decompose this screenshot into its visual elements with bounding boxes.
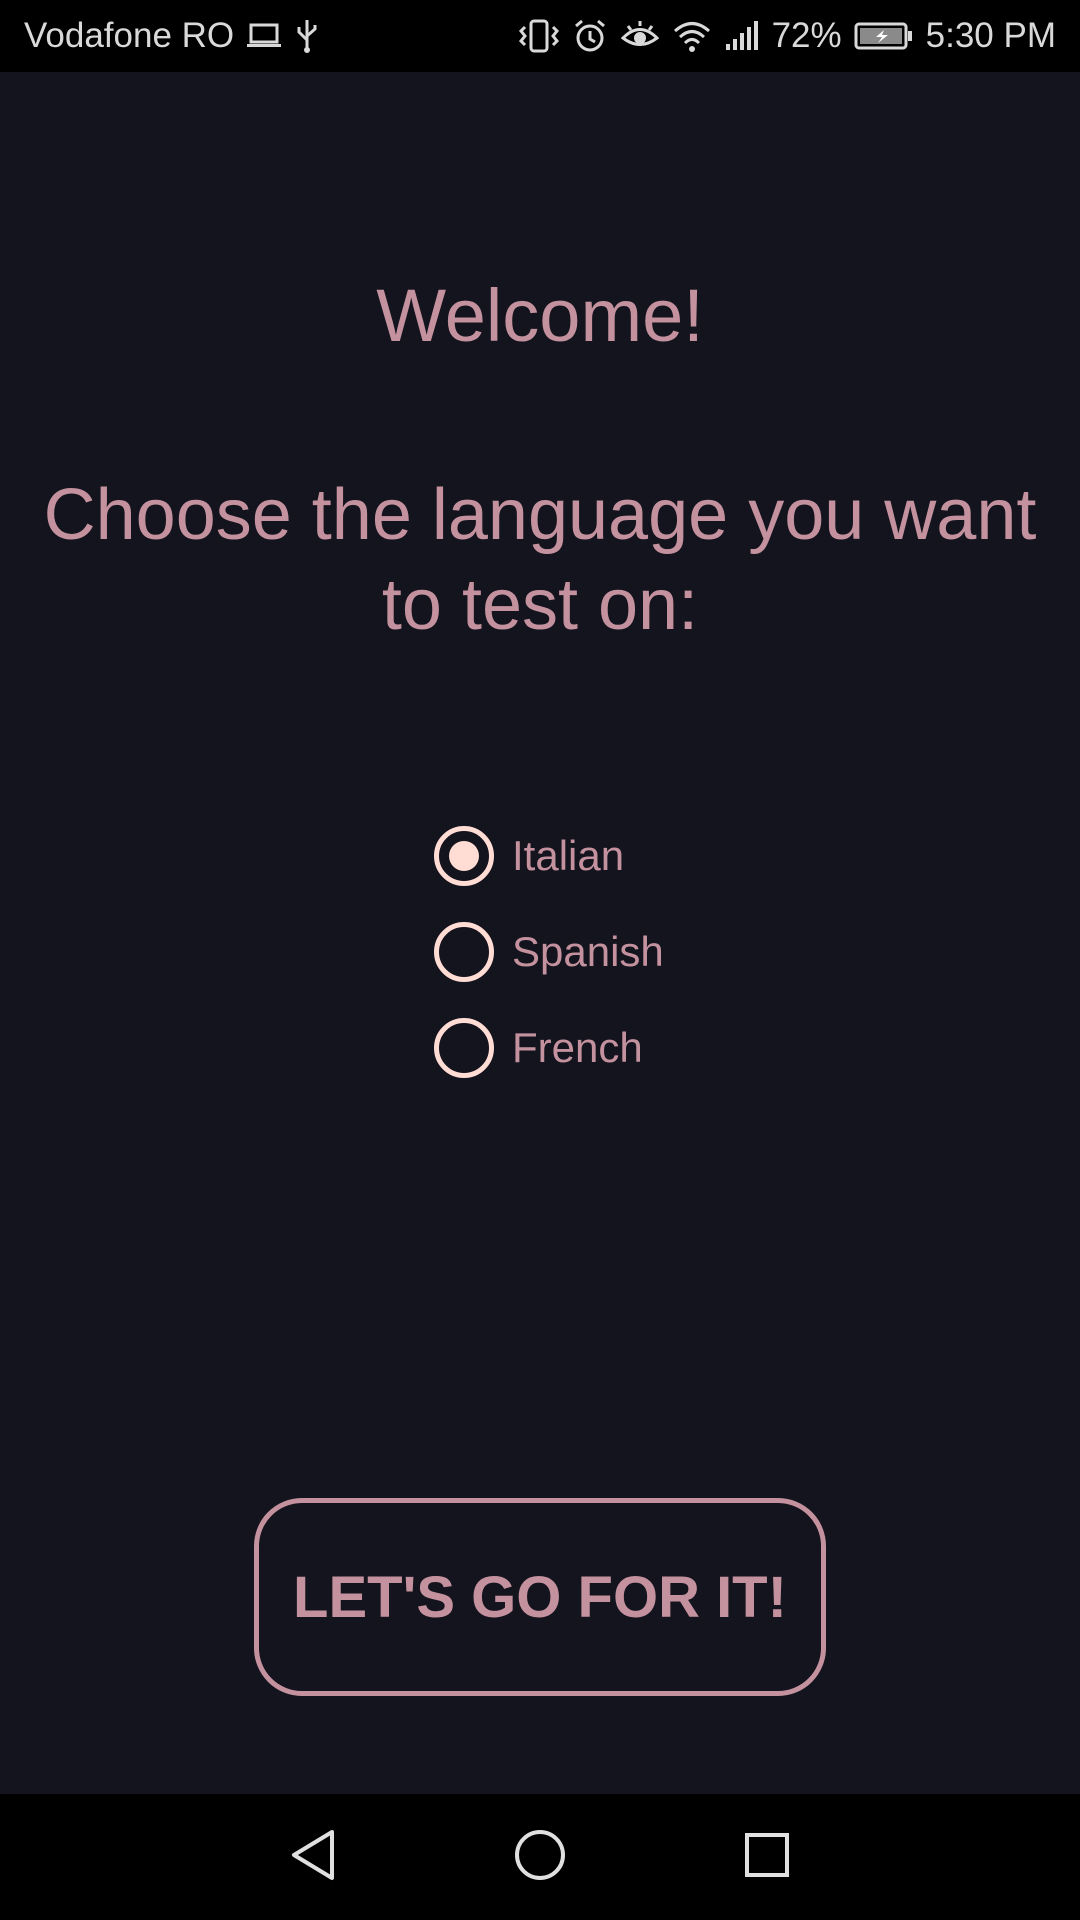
app-content: Welcome! Choose the language you want to… (0, 72, 1080, 1794)
navigation-bar (0, 1794, 1080, 1920)
laptop-icon (246, 21, 282, 51)
radio-dot (449, 841, 479, 871)
home-icon (513, 1828, 567, 1887)
radio-label-spanish: Spanish (512, 928, 664, 975)
battery-icon (854, 21, 914, 51)
status-bar: Vodafone RO 72% 5:30 PM (0, 0, 1080, 72)
vibrate-icon (518, 18, 560, 54)
radio-option-french[interactable]: French (434, 1000, 664, 1096)
back-icon (288, 1828, 338, 1887)
eye-icon (620, 18, 660, 54)
recents-button[interactable] (727, 1817, 807, 1897)
welcome-heading: Welcome! (376, 274, 704, 357)
start-test-button[interactable]: LET'S GO FOR IT! (254, 1498, 826, 1696)
radio-label-italian: Italian (512, 832, 625, 879)
alarm-icon (572, 18, 608, 54)
signal-icon (724, 18, 760, 54)
radio-label-french: French (512, 1024, 643, 1071)
usb-icon (294, 18, 320, 54)
clock: 5:30 PM (925, 16, 1056, 55)
radio-button[interactable] (434, 922, 494, 982)
wifi-icon (672, 18, 712, 54)
language-radio-group: Italian Spanish French (434, 808, 664, 1096)
home-button[interactable] (500, 1817, 580, 1897)
back-button[interactable] (273, 1817, 353, 1897)
recents-icon (743, 1831, 791, 1884)
status-bar-left: Vodafone RO (24, 16, 320, 56)
radio-option-italian[interactable]: Italian (434, 808, 664, 904)
radio-button[interactable] (434, 1018, 494, 1078)
battery-percent: 72% (771, 16, 842, 55)
carrier-label: Vodafone RO (24, 16, 235, 55)
radio-option-spanish[interactable]: Spanish (434, 904, 664, 1000)
radio-button-selected[interactable] (434, 826, 494, 886)
status-bar-right: 72% 5:30 PM (518, 16, 1056, 56)
language-prompt: Choose the language you want to test on: (43, 475, 1037, 645)
